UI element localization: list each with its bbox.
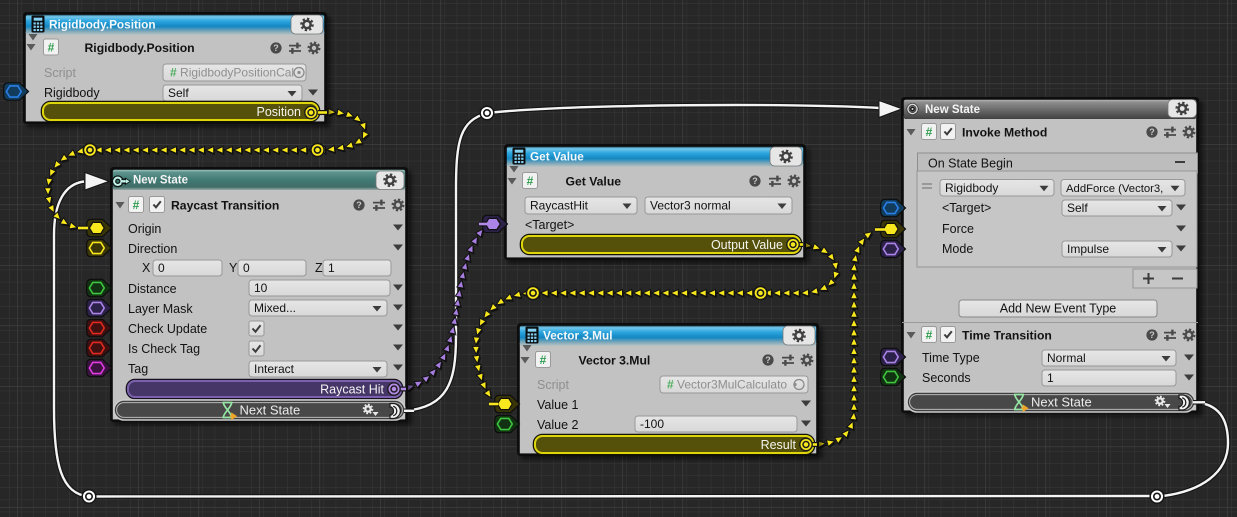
- svg-text:Z: Z: [315, 261, 323, 275]
- svg-text:RaycastHit: RaycastHit: [530, 199, 589, 213]
- svg-text:Mixed...: Mixed...: [254, 301, 296, 315]
- svg-text:Result: Result: [761, 438, 797, 452]
- svg-text:Check Update: Check Update: [128, 322, 207, 336]
- svg-text:-100: -100: [640, 417, 664, 431]
- svg-text:Time Type: Time Type: [922, 351, 980, 365]
- svg-text:Invoke Method: Invoke Method: [962, 126, 1047, 140]
- svg-text:Normal: Normal: [1047, 351, 1086, 365]
- svg-text:Vector3 normal: Vector3 normal: [650, 199, 731, 213]
- svg-text:Direction: Direction: [128, 242, 177, 256]
- svg-text:Rigidbody.Position: Rigidbody.Position: [49, 18, 156, 32]
- svg-text:Raycast Transition: Raycast Transition: [171, 199, 279, 213]
- svg-text:Next State: Next State: [1031, 395, 1092, 410]
- svg-text:New State: New State: [133, 175, 188, 187]
- svg-text:Impulse: Impulse: [1067, 242, 1109, 256]
- svg-text:Add New Event Type: Add New Event Type: [1000, 302, 1117, 316]
- svg-text:Get Value: Get Value: [566, 175, 622, 189]
- svg-text:Interact: Interact: [254, 362, 295, 376]
- svg-text:Vector 3.Mul: Vector 3.Mul: [579, 354, 651, 368]
- svg-text:Tag: Tag: [128, 362, 148, 376]
- svg-text:AddForce (Vector3,: AddForce (Vector3,: [1066, 183, 1163, 195]
- svg-text:Mode: Mode: [942, 242, 973, 256]
- svg-text:Self: Self: [168, 86, 189, 100]
- svg-text:Output Value: Output Value: [711, 238, 783, 252]
- svg-text:<Target>: <Target>: [942, 201, 991, 215]
- svg-text:Rigidbody: Rigidbody: [44, 86, 100, 100]
- svg-text:10: 10: [254, 281, 268, 295]
- svg-text:1: 1: [328, 261, 335, 275]
- svg-text:Script: Script: [44, 66, 76, 80]
- svg-text:0: 0: [158, 261, 165, 275]
- svg-text:Is Check Tag: Is Check Tag: [128, 342, 200, 356]
- svg-text:# Vector3MulCalculato: # Vector3MulCalculato: [667, 378, 787, 392]
- svg-text:On State Begin: On State Begin: [928, 157, 1013, 171]
- svg-text:Get Value: Get Value: [530, 150, 584, 164]
- svg-text:New State: New State: [925, 104, 980, 116]
- svg-text:1: 1: [1047, 371, 1054, 385]
- svg-text:Value 2: Value 2: [537, 418, 579, 432]
- svg-text:X: X: [142, 261, 151, 275]
- svg-text:Next State: Next State: [240, 403, 301, 418]
- svg-text:Position: Position: [257, 105, 302, 119]
- svg-text:Self: Self: [1067, 201, 1088, 215]
- svg-text:Script: Script: [537, 378, 569, 392]
- svg-text:0: 0: [243, 261, 250, 275]
- svg-text:Y: Y: [229, 261, 238, 275]
- svg-text:Seconds: Seconds: [922, 371, 971, 385]
- svg-text:Layer Mask: Layer Mask: [128, 302, 193, 316]
- svg-text:Vector 3.Mul: Vector 3.Mul: [543, 329, 613, 343]
- svg-text:Rigidbody: Rigidbody: [945, 181, 998, 195]
- svg-text:Distance: Distance: [128, 282, 177, 296]
- svg-text:Value 1: Value 1: [537, 398, 579, 412]
- svg-text:Time Transition: Time Transition: [962, 329, 1052, 343]
- svg-text:Rigidbody.Position: Rigidbody.Position: [85, 41, 195, 55]
- svg-text:Force: Force: [942, 222, 974, 236]
- svg-text:<Target>: <Target>: [525, 218, 574, 232]
- svg-text:Raycast Hit: Raycast Hit: [320, 383, 384, 397]
- svg-text:Origin: Origin: [128, 222, 161, 236]
- svg-text:# RigidbodyPositionCal: # RigidbodyPositionCal: [170, 66, 294, 80]
